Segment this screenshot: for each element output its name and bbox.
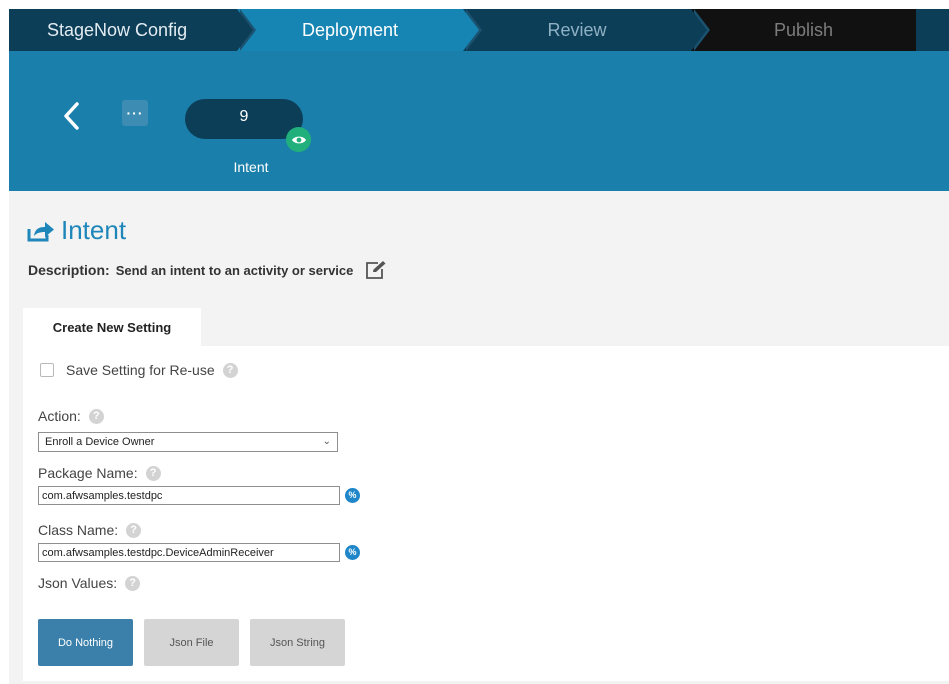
share-icon bbox=[27, 221, 54, 241]
class-name-input[interactable] bbox=[38, 543, 340, 562]
chevron-down-icon: ⌄ bbox=[322, 436, 331, 447]
json-values-label: Json Values: bbox=[38, 575, 118, 591]
json-label-row: Json Values: ? bbox=[38, 575, 141, 591]
help-icon[interactable]: ? bbox=[145, 465, 161, 481]
tab-create-new-setting[interactable]: Create New Setting bbox=[23, 308, 201, 346]
page-title: Intent bbox=[27, 215, 126, 246]
json-string-button[interactable]: Json String bbox=[250, 619, 345, 666]
action-select[interactable]: Enroll a Device Owner ⌄ bbox=[38, 432, 338, 452]
step-label: Publish bbox=[773, 19, 834, 40]
class-label-row: Class Name: ? bbox=[38, 522, 142, 538]
save-setting-label: Save Setting for Re-use bbox=[66, 362, 215, 378]
description-text: Send an intent to an activity or service bbox=[115, 262, 354, 278]
step-review[interactable]: Review bbox=[463, 9, 710, 51]
step-deployment[interactable]: Deployment bbox=[237, 9, 482, 51]
action-label: Action: bbox=[38, 408, 81, 424]
description-label: Description: bbox=[28, 262, 110, 278]
step-publish[interactable]: Publish bbox=[691, 9, 916, 51]
step-number-pill[interactable]: 9 bbox=[185, 99, 303, 139]
wizard-end bbox=[916, 9, 949, 51]
save-setting-row: Save Setting for Re-use ? bbox=[40, 362, 238, 378]
save-setting-checkbox[interactable] bbox=[40, 363, 54, 377]
json-file-button[interactable]: Json File bbox=[144, 619, 239, 666]
chevron-left-icon bbox=[64, 102, 79, 130]
help-icon[interactable]: ? bbox=[125, 575, 141, 591]
package-label: Package Name: bbox=[38, 465, 138, 481]
header-band: ··· 9 Intent bbox=[9, 51, 949, 191]
step-stagenow-config[interactable]: StageNow Config bbox=[9, 9, 256, 51]
content-area: Intent Description: Send an intent to an… bbox=[9, 191, 949, 684]
settings-panel: Save Setting for Re-use ? Action: ? Enro… bbox=[23, 346, 949, 681]
ellipsis-icon: ··· bbox=[126, 105, 144, 121]
class-label: Class Name: bbox=[38, 522, 119, 538]
title-text: Intent bbox=[61, 215, 127, 245]
action-label-row: Action: ? bbox=[38, 408, 104, 424]
eye-icon bbox=[291, 136, 306, 143]
help-icon[interactable]: ? bbox=[126, 522, 142, 538]
help-icon[interactable]: ? bbox=[222, 362, 238, 378]
description-row: Description: Send an intent to an activi… bbox=[28, 260, 387, 280]
package-name-input[interactable] bbox=[38, 486, 340, 505]
preview-badge[interactable] bbox=[286, 127, 311, 152]
variable-icon[interactable]: % bbox=[345, 488, 360, 503]
more-options-button[interactable]: ··· bbox=[122, 100, 148, 126]
action-value: Enroll a Device Owner bbox=[45, 436, 155, 448]
step-label-text: Intent bbox=[233, 159, 269, 175]
back-button[interactable] bbox=[61, 101, 81, 131]
edit-icon[interactable] bbox=[365, 260, 387, 280]
help-icon[interactable]: ? bbox=[88, 408, 104, 424]
step-label: Deployment bbox=[301, 19, 399, 40]
step-number: 9 bbox=[239, 108, 249, 125]
step-label: StageNow Config bbox=[47, 19, 188, 40]
do-nothing-button[interactable]: Do Nothing bbox=[38, 619, 133, 666]
step-label: Review bbox=[547, 19, 607, 40]
variable-icon[interactable]: % bbox=[345, 545, 360, 560]
package-label-row: Package Name: ? bbox=[38, 465, 161, 481]
wizard-steps: StageNow Config Deployment Review Publis… bbox=[9, 9, 949, 51]
